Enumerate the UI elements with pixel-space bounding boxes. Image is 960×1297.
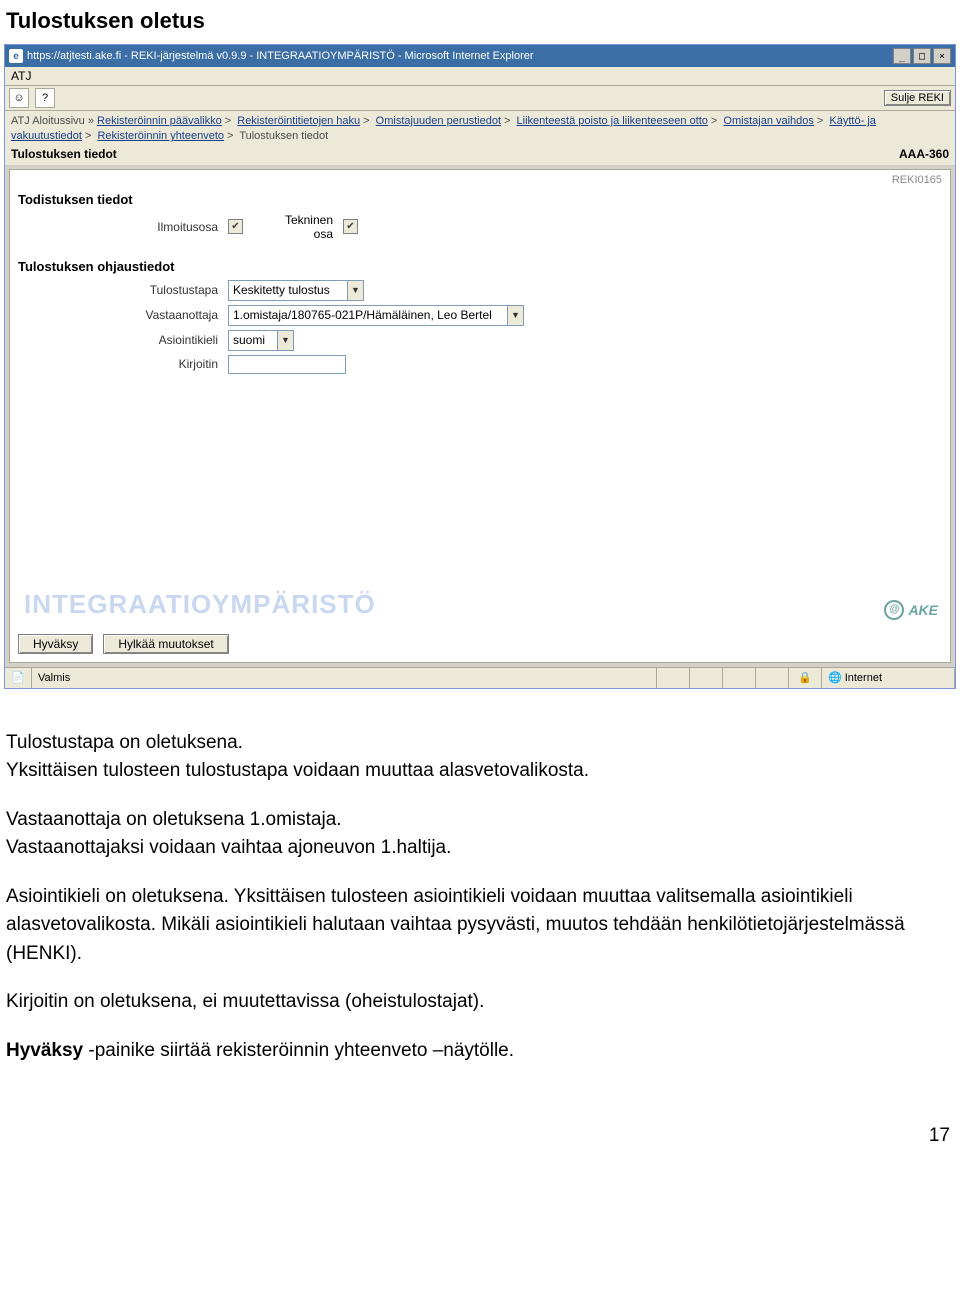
label-ilmoitusosa: Ilmoitusosa [18, 220, 228, 234]
breadcrumb-link[interactable]: Rekisteröinnin yhteenveto [97, 130, 224, 142]
toolbar: ☺ ? Sulje REKI [5, 86, 955, 111]
status-cell [657, 668, 690, 688]
status-valmis: Valmis [32, 668, 657, 688]
section-title: Tulostuksen ohjaustiedot [18, 259, 942, 274]
label-tulostustapa: Tulostustapa [18, 283, 228, 297]
section-title: Todistuksen tiedot [18, 192, 942, 207]
breadcrumb-current: Tulostuksen tiedot [239, 130, 328, 142]
lock-icon: 🔒 [798, 671, 812, 684]
paragraph: Kirjoitin on oletuksena, ei muutettaviss… [6, 988, 954, 1017]
statusbar: 📄 Valmis 🔒 🌐 Internet [5, 667, 955, 688]
plate-number: AAA-360 [899, 147, 949, 161]
browser-window: e https://atjtesti.ake.fi - REKI-järjest… [4, 44, 956, 689]
status-cell [723, 668, 756, 688]
minimize-button[interactable]: _ [893, 48, 911, 64]
label-tekninen-osa: Tekninen osa [263, 213, 343, 241]
close-window-button[interactable]: × [933, 48, 951, 64]
select-asiointikieli[interactable]: suomi ▼ [228, 330, 294, 351]
help-icon[interactable]: ? [35, 88, 55, 108]
label-vastaanottaja: Vastaanottaja [18, 308, 228, 322]
breadcrumb-link[interactable]: Rekisteröintitietojen haku [237, 115, 360, 127]
titlebar: e https://atjtesti.ake.fi - REKI-järjest… [5, 45, 955, 67]
select-vastaanottaja[interactable]: 1.omistaja/180765-021P/Hämäläinen, Leo B… [228, 305, 524, 326]
status-cell [756, 668, 789, 688]
titlebar-text: https://atjtesti.ake.fi - REKI-järjestel… [27, 50, 893, 62]
checkbox-ilmoitusosa[interactable] [228, 219, 243, 234]
status-zone: 🌐 Internet [822, 668, 955, 688]
label-asiointikieli: Asiointikieli [18, 333, 228, 347]
ie-icon: e [9, 49, 23, 63]
ake-logo: @ AKE [884, 600, 938, 620]
chevron-down-icon: ▼ [347, 281, 363, 300]
select-value: Keskitetty tulostus [229, 281, 347, 300]
breadcrumb: ATJ Aloitussivu » Rekisteröinnin päävali… [5, 111, 955, 147]
chevron-down-icon: ▼ [507, 306, 523, 325]
hyvaksy-button[interactable]: Hyväksy [18, 634, 93, 654]
status-icon: 📄 [5, 668, 32, 688]
screen-code: REKI0165 [892, 174, 942, 186]
page-heading: Tulostuksen oletus [0, 0, 960, 44]
hylkaa-button[interactable]: Hylkää muutokset [103, 634, 228, 654]
select-value: suomi [229, 331, 277, 350]
ake-text: AKE [908, 602, 938, 618]
globe-icon: 🌐 [828, 671, 842, 684]
page-subtitle: Tulostuksen tiedot [11, 147, 117, 161]
paragraph: Hyväksy -painike siirtää rekisteröinnin … [6, 1037, 954, 1066]
checkbox-row: Ilmoitusosa Tekninen osa [18, 213, 942, 241]
user-icon[interactable]: ☺ [9, 88, 29, 108]
breadcrumb-start: ATJ Aloitussivu » [11, 115, 94, 127]
chevron-down-icon: ▼ [277, 331, 293, 350]
menubar[interactable]: ATJ [5, 67, 955, 86]
ake-icon: @ [884, 600, 904, 620]
status-lock: 🔒 [789, 668, 822, 688]
select-value: 1.omistaja/180765-021P/Hämäläinen, Leo B… [229, 306, 507, 325]
status-cell [690, 668, 723, 688]
label-kirjoitin: Kirjoitin [18, 357, 228, 371]
subheader: Tulostuksen tiedot AAA-360 [5, 147, 955, 165]
select-tulostustapa[interactable]: Keskitetty tulostus ▼ [228, 280, 364, 301]
status-internet: Internet [845, 672, 882, 684]
body-text: Tulostustapa on oletuksena. Yksittäisen … [6, 729, 954, 1066]
maximize-button[interactable]: □ [913, 48, 931, 64]
breadcrumb-link[interactable]: Rekisteröinnin päävalikko [97, 115, 222, 127]
content-area: REKI0165 Todistuksen tiedot Ilmoitusosa … [9, 169, 951, 663]
paragraph: Asiointikieli on oletuksena. Yksittäisen… [6, 883, 954, 969]
breadcrumb-link[interactable]: Liikenteestä poisto ja liikenteeseen ott… [517, 115, 708, 127]
page-number: 17 [0, 1085, 960, 1157]
paragraph: Vastaanottaja on oletuksena 1.omistaja. … [6, 806, 954, 863]
breadcrumb-link[interactable]: Omistajan vaihdos [723, 115, 814, 127]
paragraph: Tulostustapa on oletuksena. Yksittäisen … [6, 729, 954, 786]
input-kirjoitin[interactable] [228, 355, 346, 374]
checkbox-tekninen-osa[interactable] [343, 219, 358, 234]
sulje-reki-button[interactable]: Sulje REKI [884, 90, 951, 106]
watermark: INTEGRAATIOYMPÄRISTÖ [24, 589, 376, 620]
breadcrumb-link[interactable]: Omistajuuden perustiedot [376, 115, 501, 127]
